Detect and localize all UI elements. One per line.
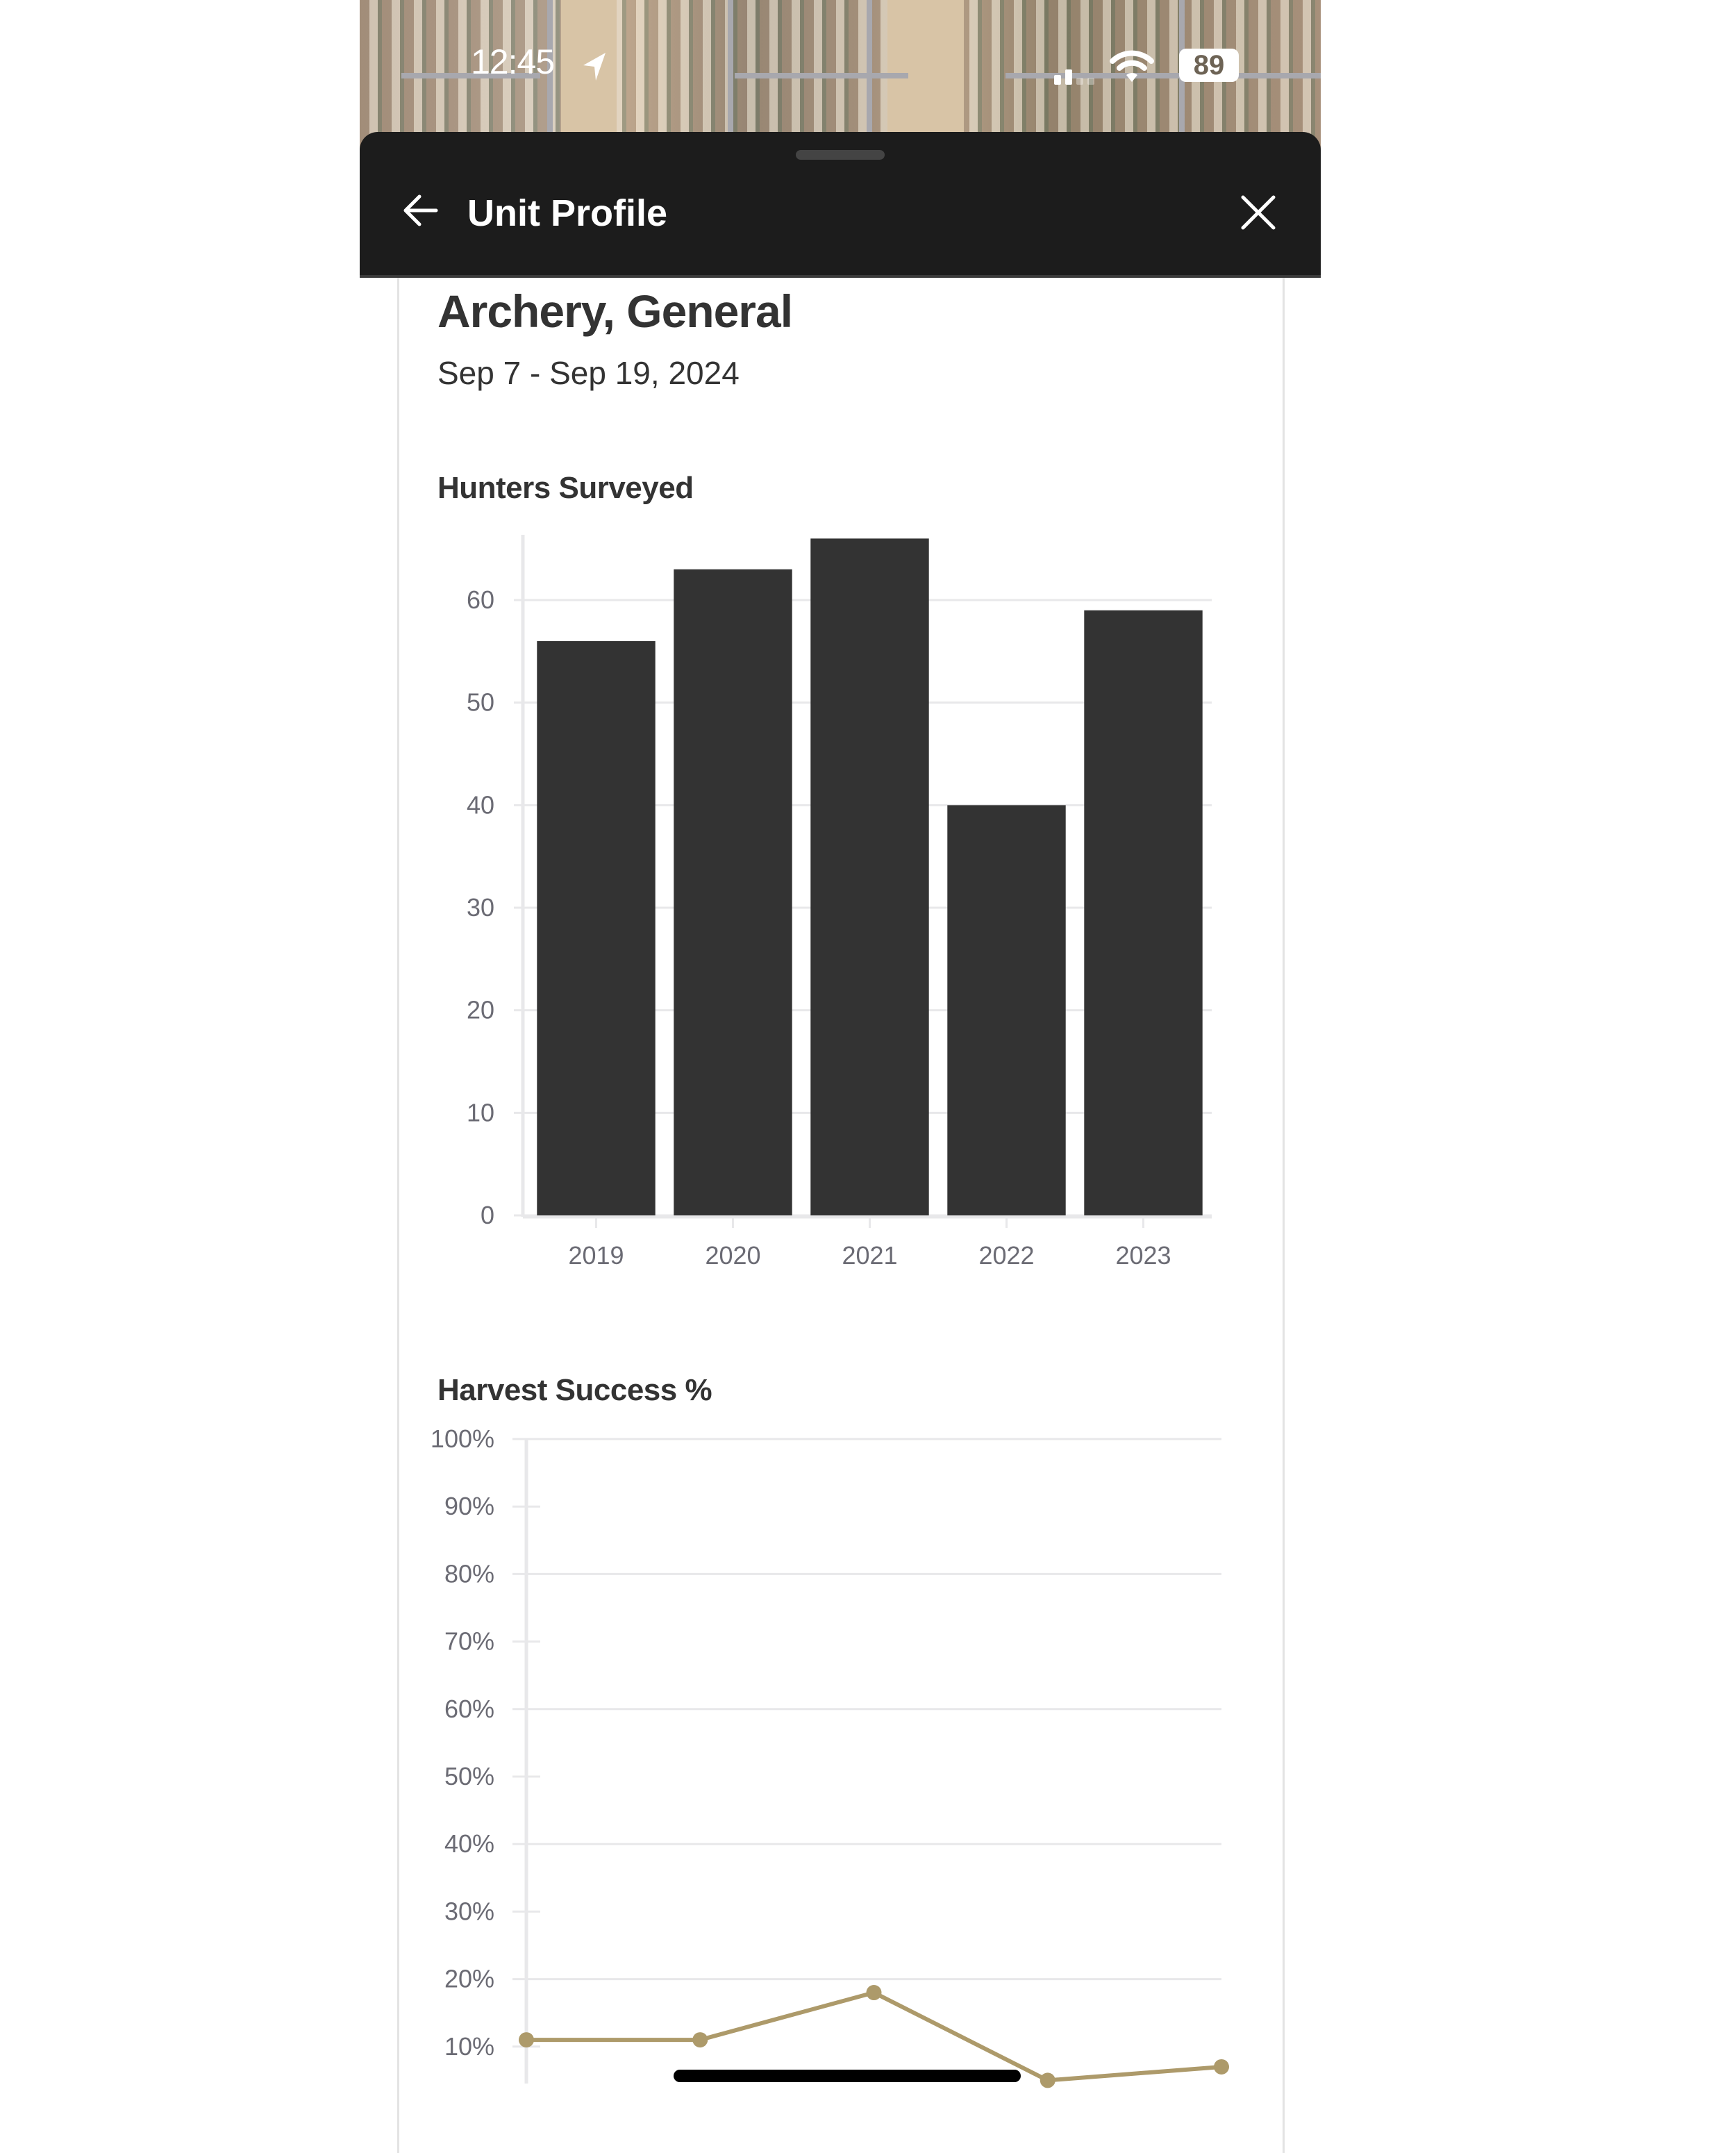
y-tick-label: 10% — [444, 2032, 494, 2061]
y-tick-label: 90% — [444, 1492, 494, 1520]
y-tick-label: 40% — [444, 1829, 494, 1858]
data-point-2019 — [519, 2032, 534, 2048]
harvest-success-chart: 10% 20% 30% 40% 50% 60% 70% 80% 90% 100% — [431, 1424, 1229, 2088]
y-tick-label: 20% — [444, 1965, 494, 1993]
home-indicator[interactable] — [674, 2070, 1021, 2082]
y-tick-label: 30% — [444, 1897, 494, 1925]
data-point-2023 — [1214, 2059, 1229, 2075]
data-point-2021 — [866, 1985, 882, 2001]
y-tick-label: 100% — [431, 1424, 494, 1453]
y-tick-label: 80% — [444, 1559, 494, 1588]
data-point-2022 — [1040, 2072, 1055, 2088]
harvest-success-line — [526, 1990, 1222, 2083]
data-point-2020 — [692, 2032, 708, 2048]
y-tick-label: 70% — [444, 1627, 494, 1656]
y-tick-label: 60% — [444, 1695, 494, 1723]
y-tick-label: 50% — [444, 1762, 494, 1790]
